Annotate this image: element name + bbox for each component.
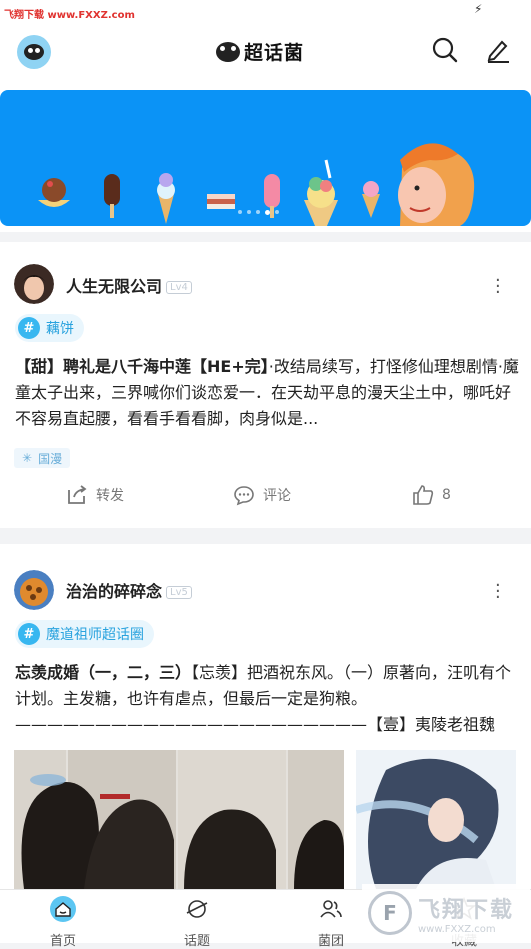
app-title: 超话菌 [244, 42, 305, 64]
topic-chip[interactable]: # 魔道祖师超话圈 [15, 620, 154, 648]
more-options-button[interactable]: · · · [495, 577, 501, 607]
comment-button[interactable]: 评论 [233, 484, 291, 506]
post-body[interactable]: 【甜】聘礼是八千海中莲【HE+完】·改结局续写，打怪修仙理想剧情·魔童太子出来，… [15, 354, 520, 432]
carousel-dot[interactable] [238, 210, 242, 214]
topic-label: 藕饼 [46, 321, 74, 337]
mascot-icon [24, 44, 44, 60]
charging-icon: ⚡ [474, 2, 483, 16]
topic-chip[interactable]: # 藕饼 [15, 314, 84, 342]
share-icon [68, 485, 87, 504]
hashtag-icon: # [18, 623, 40, 645]
level-badge: Lv4 [166, 281, 192, 294]
comment-icon [234, 486, 254, 506]
watermark-top: 飞翔下载 www.FXXZ.com [4, 10, 135, 21]
hashtag-icon: # [18, 317, 40, 339]
bug-mascot-icon [216, 41, 240, 62]
repost-button[interactable]: 转发 [66, 484, 124, 506]
tab-topics-label: 话题 [183, 934, 210, 949]
level-badge: Lv5 [166, 586, 192, 599]
edit-icon[interactable] [484, 36, 512, 64]
post-actions: 转发 评论 8 [0, 480, 531, 510]
post-card[interactable]: 人生无限公司 Lv4 · · · # 藕饼 【甜】聘礼是八千海中莲【HE+完】·改结局… [0, 242, 531, 528]
carousel-dot-active[interactable] [265, 210, 270, 215]
banner-section [0, 80, 531, 232]
carousel-dot[interactable] [275, 210, 279, 214]
home-icon [50, 896, 76, 922]
post-body[interactable]: 忘羡成婚（一，二，三）【忘羡】把酒祝东风。（一）原著向，汪叽有个计划。主发糖，也… [15, 660, 520, 738]
carousel-dot[interactable] [256, 210, 260, 214]
user-name-text: 治治的碎碎念 [66, 582, 163, 601]
banner-illustration [38, 143, 475, 226]
comment-label: 评论 [263, 488, 291, 504]
topic-label: 魔道祖师超话圈 [46, 627, 144, 643]
dot-icon: ✳ [22, 451, 33, 465]
planet-icon [186, 900, 208, 918]
category-tag-label: 国漫 [38, 451, 63, 466]
banner-carousel[interactable] [0, 90, 531, 226]
app-header: 超话菌 [0, 22, 531, 80]
user-avatar[interactable] [14, 264, 54, 304]
post-image-thumbnail[interactable] [356, 750, 516, 889]
post-card[interactable]: 治治的碎碎念 Lv5 · · · # 魔道祖师超话圈 忘羡成婚（一，二，三）【忘羡】把… [0, 544, 531, 889]
category-tag[interactable]: ✳ 国漫 [14, 448, 71, 468]
post-title: 忘羡成婚（一，二，三） [15, 663, 192, 682]
tab-groups-label: 菌团 [317, 934, 344, 949]
watermark-title: 飞翔下载 [418, 897, 515, 923]
post-image-collage[interactable] [14, 750, 344, 889]
profile-avatar-button[interactable] [17, 35, 51, 69]
user-name[interactable]: 人生无限公司 Lv4 [66, 273, 192, 297]
post-title: 【甜】聘礼是八千海中莲【HE+完】 [15, 357, 269, 376]
tab-home-label: 首页 [49, 934, 76, 949]
user-name-text: 人生无限公司 [66, 277, 163, 296]
user-avatar[interactable] [14, 570, 54, 610]
watermark-logo-icon: F [368, 891, 412, 935]
group-icon [320, 900, 342, 918]
like-count: 8 [442, 487, 451, 503]
search-icon[interactable] [431, 36, 459, 64]
tab-topics[interactable]: 话题 [157, 896, 237, 949]
carousel-dots [238, 210, 279, 215]
tab-home[interactable]: 首页 [23, 896, 103, 949]
repost-label: 转发 [96, 488, 124, 504]
carousel-dot[interactable] [247, 210, 251, 214]
thumbs-up-icon [413, 485, 434, 505]
more-options-button[interactable]: · · · [495, 272, 501, 302]
app-logo: 超话菌 [216, 38, 304, 65]
tab-groups[interactable]: 菌团 [291, 896, 371, 949]
watermark-bottom: F 飞翔下载 www.FXXZ.com [362, 884, 530, 942]
user-name[interactable]: 治治的碎碎念 Lv5 [66, 578, 192, 602]
watermark-url: www.FXXZ.com [418, 923, 496, 935]
like-button[interactable]: 8 [412, 484, 451, 506]
